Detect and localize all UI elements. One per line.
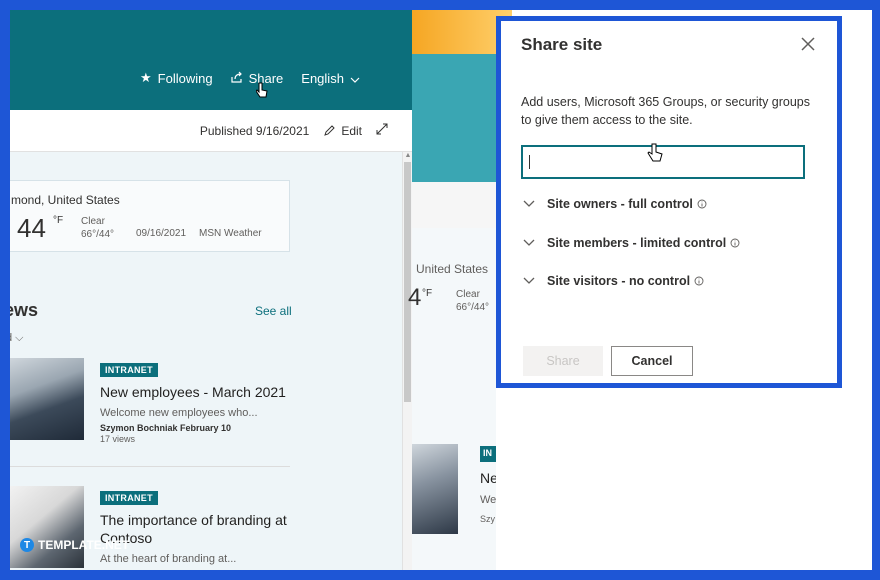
news-card[interactable]: INTRANET The importance of branding at C… <box>100 488 300 565</box>
sharepoint-page: ★ Following Share English Published 9/16… <box>10 10 412 570</box>
news-filter[interactable]: d ⌵ <box>10 332 24 345</box>
watermark: T TEMPLATE.NET <box>20 538 129 552</box>
scroll-up-icon[interactable]: ▲ <box>404 152 412 160</box>
news-description: Welcome new employees who... <box>100 407 258 419</box>
news-tag: INTRANET <box>100 363 158 377</box>
watermark-text: TEMPLATE.NET <box>38 538 130 552</box>
weather-condition: Clear 66°/44° <box>456 288 489 314</box>
vertical-scrollbar[interactable]: ▲ <box>402 152 412 570</box>
weather-condition-text: Clear <box>81 216 105 227</box>
weather-unit: °F <box>422 288 433 299</box>
panel-background <box>496 388 872 570</box>
news-description: We <box>480 494 497 506</box>
news-thumbnail[interactable] <box>10 486 84 568</box>
permission-label: Site owners - full control <box>547 197 693 211</box>
dialog-description: Add users, Microsoft 365 Groups, or secu… <box>521 95 811 127</box>
divider <box>10 466 290 467</box>
following-label: Following <box>157 70 213 86</box>
news-description: At the heart of branding at... <box>100 553 237 565</box>
cancel-button[interactable]: Cancel <box>611 346 693 376</box>
language-label: English <box>301 70 344 86</box>
news-title[interactable]: New employees - March 2021 <box>100 383 300 401</box>
star-icon: ★ <box>140 70 152 85</box>
share-icon <box>230 71 243 86</box>
permission-site-members[interactable]: Site members - limited control <box>523 236 740 250</box>
see-all-link[interactable]: See all <box>255 304 292 318</box>
following-button[interactable]: ★ Following <box>140 70 213 86</box>
weather-source: MSN Weather <box>199 228 262 239</box>
weather-location: mond, United States <box>11 193 120 207</box>
text-caret <box>529 155 530 169</box>
info-icon[interactable] <box>730 238 740 248</box>
edit-button[interactable]: Edit <box>323 124 362 138</box>
news-heading: ews <box>10 300 39 320</box>
weather-range: 66°/44° <box>81 229 115 240</box>
site-header: ★ Following Share English <box>10 10 412 110</box>
weather-condition: Clear 66°/44° <box>81 215 114 241</box>
pencil-icon <box>324 124 336 136</box>
expand-icon[interactable] <box>376 123 388 138</box>
chevron-down-icon <box>523 239 535 246</box>
header-actions: ★ Following Share English <box>140 70 360 86</box>
news-tag: INTRANET <box>100 491 158 505</box>
permission-site-owners[interactable]: Site owners - full control <box>523 197 707 211</box>
weather-webpart: mond, United States 44 °F Clear 66°/44° … <box>10 180 290 252</box>
hand-cursor-icon <box>256 82 268 98</box>
weather-range: 66°/44° <box>456 302 490 313</box>
chevron-down-icon <box>523 200 535 207</box>
published-status: Published 9/16/2021 <box>199 123 310 138</box>
weather-temperature: 4 <box>408 284 422 311</box>
permission-label: Site members - limited control <box>547 236 727 250</box>
info-icon[interactable] <box>697 199 707 209</box>
weather-temperature: 44 <box>17 213 46 243</box>
chevron-down-icon <box>350 71 360 86</box>
scrollbar-thumb[interactable] <box>404 162 411 402</box>
dialog-title: Share site <box>521 35 603 54</box>
news-author: Szy <box>480 514 496 524</box>
news-thumbnail <box>412 444 458 534</box>
language-selector[interactable]: English <box>301 71 360 86</box>
edit-label: Edit <box>341 123 362 138</box>
share-site-dialog: Share site Add users, Microsoft 365 Grou… <box>496 16 842 388</box>
permission-label: Site visitors - no control <box>547 274 691 288</box>
permission-site-visitors[interactable]: Site visitors - no control <box>523 274 704 288</box>
news-views: 17 views <box>100 434 136 444</box>
people-picker-input[interactable] <box>521 145 805 179</box>
info-icon[interactable] <box>694 276 704 286</box>
close-icon[interactable] <box>799 35 817 53</box>
chevron-down-icon <box>523 277 535 284</box>
template-logo-icon: T <box>20 538 34 552</box>
hand-cursor-icon <box>647 143 663 162</box>
share-button[interactable]: Share <box>523 346 603 376</box>
weather-date: 09/16/2021 <box>136 228 187 239</box>
weather-unit: °F <box>53 215 64 226</box>
weather-location: United States <box>416 262 489 276</box>
command-bar: Published 9/16/2021 Edit <box>10 110 412 152</box>
weather-condition-text: Clear <box>456 289 480 300</box>
news-thumbnail[interactable] <box>10 358 84 440</box>
news-title[interactable]: The importance of branding at Contoso <box>100 511 300 547</box>
screenshot-frame: ★ Following Share English Published 9/16… <box>10 10 872 570</box>
news-card[interactable]: INTRANET New employees - March 2021 Welc… <box>100 360 300 444</box>
news-author: Szymon Bochniak February 10 <box>100 423 232 433</box>
